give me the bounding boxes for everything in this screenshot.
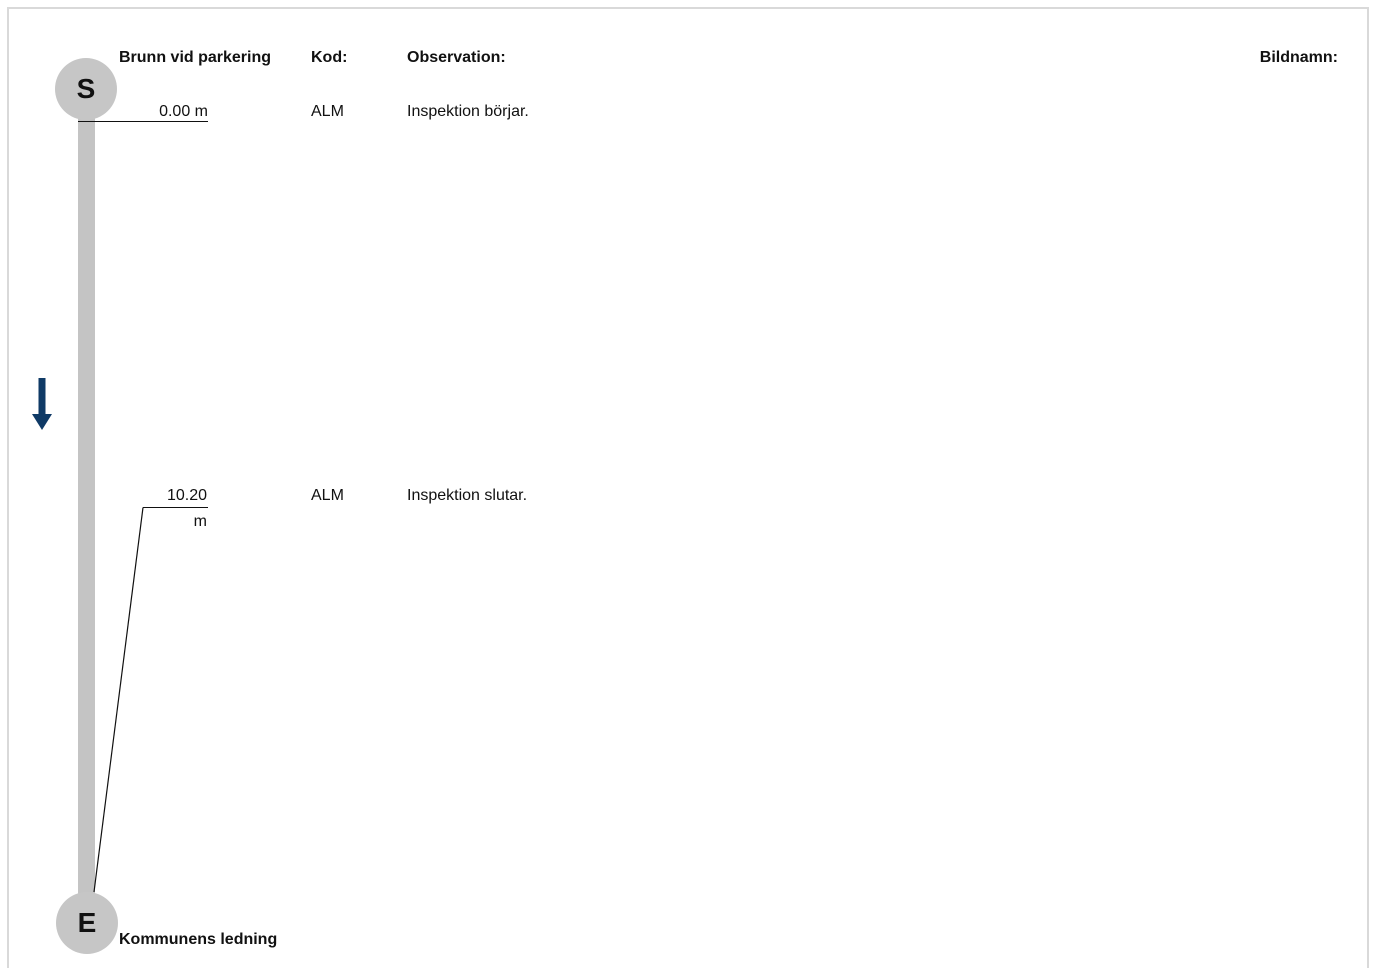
leader-line [93, 507, 144, 893]
